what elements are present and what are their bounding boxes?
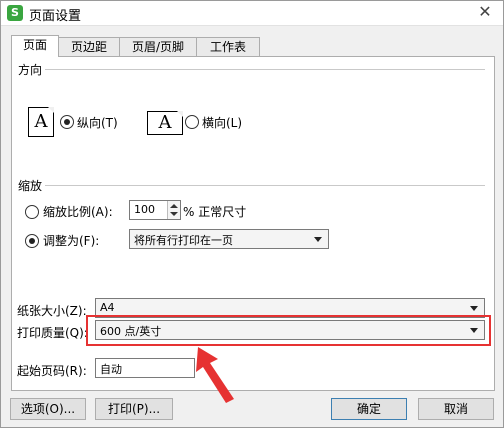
fit-to-value: 将所有行打印在一页 <box>134 234 233 247</box>
landscape-radio[interactable] <box>185 115 199 129</box>
portrait-radio[interactable] <box>60 115 74 129</box>
paper-size-label-text: 纸张大小(Z): <box>17 304 87 318</box>
first-page-input[interactable]: 自动 <box>95 358 195 378</box>
annotation-highlight-box <box>86 315 491 346</box>
normal-size-label: % 正常尺寸 <box>183 205 247 219</box>
chevron-down-icon[interactable] <box>470 306 478 311</box>
tab-margins[interactable]: 页边距 <box>58 37 120 56</box>
scale-percent-radio[interactable] <box>25 205 39 219</box>
scale-percent-spinner[interactable]: 100 <box>129 200 181 220</box>
portrait-label[interactable]: 纵向(T) <box>77 114 118 131</box>
scale-percent-value: 100 <box>134 203 155 216</box>
orientation-group-label: 方向 <box>18 63 43 77</box>
annotation-arrow-icon <box>196 347 234 403</box>
cancel-button[interactable]: 取消 <box>418 398 494 420</box>
landscape-orientation-icon: A <box>147 111 183 135</box>
spin-down-icon[interactable] <box>170 212 178 216</box>
ok-button[interactable]: 确定 <box>331 398 407 420</box>
tab-sheet[interactable]: 工作表 <box>196 37 260 56</box>
title-bar: S 页面设置 ✕ <box>1 1 503 26</box>
first-page-value: 自动 <box>100 363 122 376</box>
spin-up-icon[interactable] <box>170 204 178 208</box>
tab-page[interactable]: 页面 <box>11 35 59 57</box>
portrait-orientation-icon: A <box>28 107 54 137</box>
chevron-down-icon[interactable] <box>314 237 322 242</box>
scaling-group-label: 缩放 <box>18 179 43 193</box>
scaling-divider <box>45 185 485 186</box>
first-page-label: 起始页码(R): <box>17 364 87 378</box>
tab-header-footer[interactable]: 页眉/页脚 <box>119 37 197 56</box>
wps-spreadsheet-icon: S <box>7 5 23 21</box>
orientation-divider <box>45 69 485 70</box>
dialog-title: 页面设置 <box>29 9 82 24</box>
spinner-buttons[interactable] <box>167 201 180 219</box>
fit-to-radio[interactable] <box>25 234 39 248</box>
scale-percent-label[interactable]: 缩放比例(A): <box>43 203 113 220</box>
close-icon[interactable]: ✕ <box>475 2 495 22</box>
landscape-label[interactable]: 横向(L) <box>202 114 242 131</box>
print-quality-label: 打印质量(Q): <box>17 326 88 340</box>
fit-to-dropdown[interactable]: 将所有行打印在一页 <box>129 229 329 249</box>
paper-size-value: A4 <box>100 301 115 314</box>
options-button[interactable]: 选项(O)... <box>10 398 86 420</box>
print-button[interactable]: 打印(P)... <box>95 398 173 420</box>
fit-to-label[interactable]: 调整为(F): <box>43 232 99 249</box>
